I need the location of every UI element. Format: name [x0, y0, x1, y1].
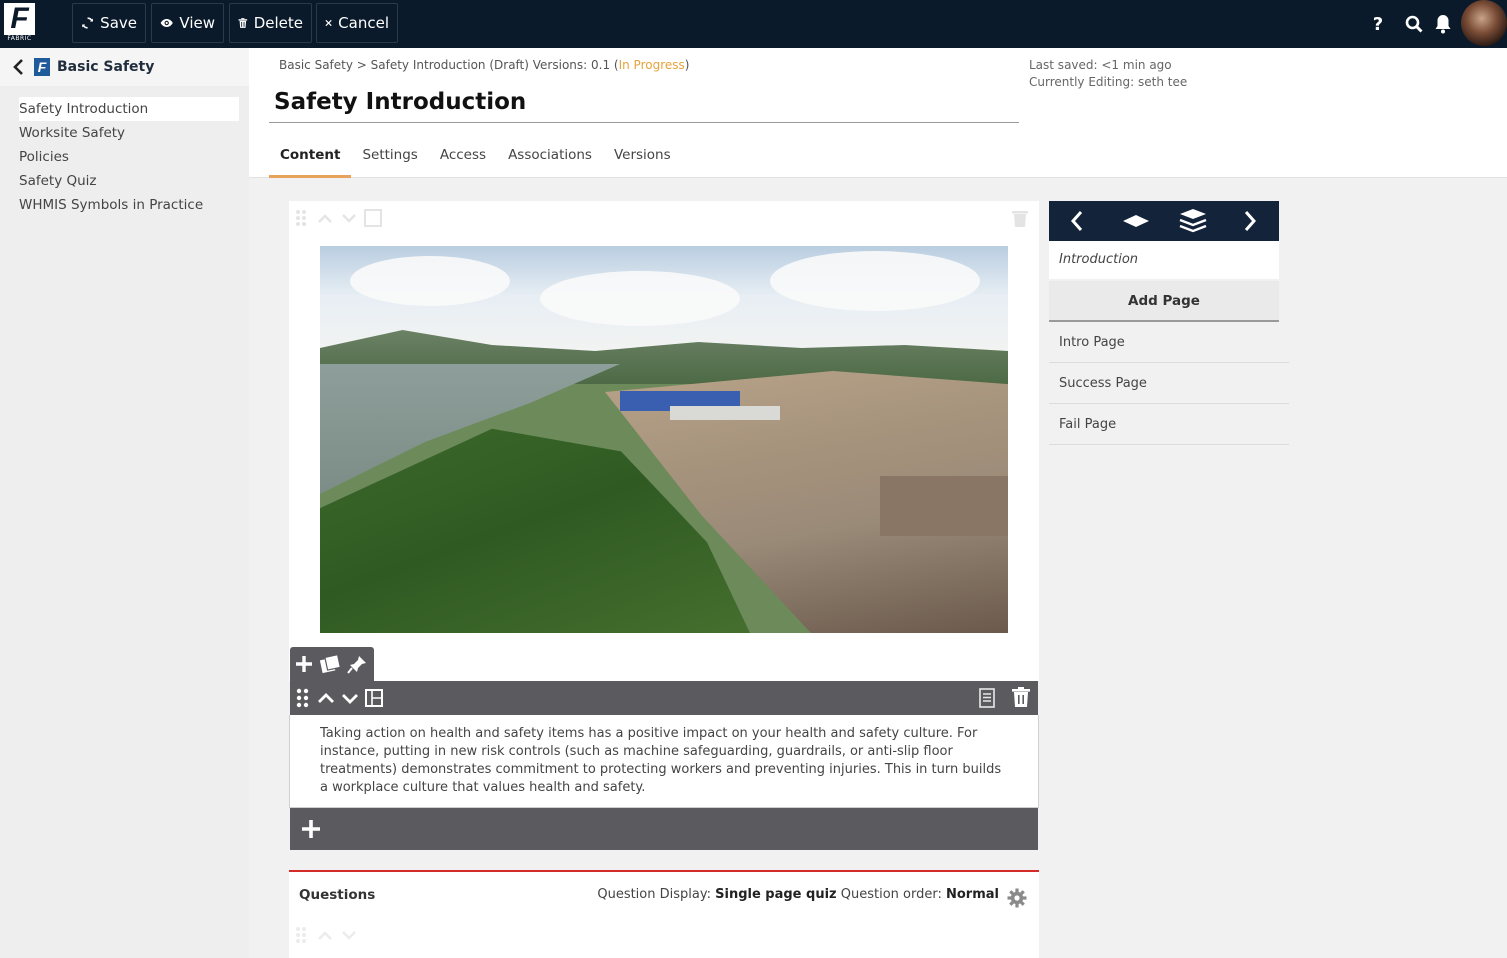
- breadcrumb-text: Basic Safety > Safety Introduction (Draf…: [279, 58, 619, 72]
- all-layers-button[interactable]: [1177, 201, 1209, 241]
- tab-access[interactable]: Access: [429, 140, 497, 178]
- cancel-label: Cancel: [338, 14, 389, 32]
- block-controls-icon[interactable]: [295, 687, 391, 709]
- copy-icon[interactable]: [319, 654, 341, 674]
- close-icon: [325, 19, 332, 27]
- breadcrumb-close: ): [684, 58, 690, 72]
- view-label: View: [179, 14, 215, 32]
- photo-cloud: [350, 256, 510, 306]
- tab-associations[interactable]: Associations: [497, 140, 603, 178]
- page-navigator: [1049, 201, 1279, 241]
- cancel-button[interactable]: Cancel: [316, 3, 398, 43]
- single-layer-button[interactable]: [1120, 201, 1152, 241]
- notifications-button[interactable]: [1431, 0, 1455, 48]
- left-sidebar: F Basic Safety Safety Introduction Works…: [0, 48, 249, 958]
- layers-icon: [1179, 209, 1207, 233]
- save-button[interactable]: Save: [72, 3, 146, 43]
- photo-building: [670, 406, 780, 420]
- page-item-success[interactable]: Success Page: [1049, 363, 1289, 404]
- current-page-label[interactable]: Introduction: [1049, 241, 1279, 279]
- sync-icon: [82, 17, 93, 29]
- logo-subtitle: FABRIC: [7, 35, 32, 42]
- save-status: Last saved: <1 min ago Currently Editing…: [1029, 57, 1187, 91]
- questions-title: Questions: [299, 887, 376, 903]
- add-block-plus-icon[interactable]: [301, 819, 321, 839]
- page-item-intro[interactable]: Intro Page: [1049, 322, 1289, 363]
- delete-button[interactable]: Delete: [229, 3, 312, 43]
- question-order-label: Question order:: [840, 887, 942, 902]
- sidebar-item-safety-quiz[interactable]: Safety Quiz: [19, 169, 239, 193]
- course-title[interactable]: Basic Safety: [57, 59, 154, 75]
- photo-cloud: [540, 271, 740, 326]
- sidebar-list: Safety Introduction Worksite Safety Poli…: [19, 97, 239, 217]
- add-page-button[interactable]: Add Page: [1049, 281, 1279, 322]
- sidebar-item-whmis-symbols[interactable]: WHMIS Symbols in Practice: [19, 193, 239, 217]
- bell-icon: [1435, 15, 1451, 34]
- drag-handle-icon[interactable]: [295, 209, 395, 227]
- status-badge: In Progress: [618, 58, 685, 72]
- last-saved: Last saved: <1 min ago: [1029, 58, 1172, 72]
- chevron-left-icon: [1070, 211, 1083, 231]
- page-header: Basic Safety > Safety Introduction (Draf…: [249, 48, 1507, 178]
- insert-toolbar: [290, 647, 374, 681]
- industrial-aerial-photo[interactable]: [320, 246, 1008, 633]
- search-icon: [1405, 15, 1423, 33]
- next-page-button[interactable]: [1237, 201, 1263, 241]
- sidebar-item-worksite-safety[interactable]: Worksite Safety: [19, 121, 239, 145]
- sidebar-item-policies[interactable]: Policies: [19, 145, 239, 169]
- top-bar: F FABRIC Save View Delete Cancel ?: [0, 0, 1507, 48]
- tab-versions[interactable]: Versions: [603, 140, 682, 178]
- faint-block-controls-icon: [296, 927, 356, 943]
- tab-content[interactable]: Content: [269, 140, 352, 178]
- notes-icon[interactable]: [979, 688, 995, 708]
- tab-bar: Content Settings Access Associations Ver…: [269, 140, 682, 178]
- add-block-bar: [290, 808, 1038, 850]
- user-avatar[interactable]: [1461, 0, 1507, 46]
- sidebar-item-safety-introduction[interactable]: Safety Introduction: [19, 97, 239, 121]
- layer-icon: [1123, 215, 1149, 227]
- text-block-toolbar: [290, 681, 1038, 715]
- back-icon[interactable]: [12, 58, 28, 76]
- tab-settings[interactable]: Settings: [351, 140, 428, 178]
- page-title[interactable]: Safety Introduction: [274, 89, 526, 115]
- help-button[interactable]: ?: [1366, 0, 1390, 48]
- title-underline: [269, 122, 1019, 123]
- pin-icon[interactable]: [346, 654, 368, 674]
- plus-icon[interactable]: [294, 654, 314, 674]
- trash-icon[interactable]: [1012, 687, 1030, 707]
- chevron-right-icon: [1244, 211, 1257, 231]
- sidebar-header: F Basic Safety: [0, 48, 249, 86]
- page-item-fail[interactable]: Fail Page: [1049, 404, 1289, 445]
- view-button[interactable]: View: [151, 3, 224, 43]
- breadcrumb: Basic Safety > Safety Introduction (Draf…: [279, 58, 689, 72]
- question-order-value: Normal: [946, 887, 999, 902]
- logo-letter: F: [4, 3, 35, 35]
- previous-page-button[interactable]: [1064, 201, 1090, 241]
- eye-icon: [160, 19, 173, 27]
- trash-icon: [238, 18, 248, 28]
- text-block[interactable]: Taking action on health and safety items…: [289, 715, 1039, 808]
- help-label: ?: [1372, 13, 1384, 35]
- save-label: Save: [100, 14, 137, 32]
- question-display-label: Question Display:: [597, 887, 711, 902]
- fabric-logo[interactable]: F FABRIC: [4, 3, 35, 43]
- search-button[interactable]: [1402, 0, 1426, 48]
- question-settings-summary: Question Display: Single page quiz Quest…: [597, 887, 999, 902]
- course-logo-icon: F: [34, 58, 50, 76]
- photo-cloud: [770, 251, 980, 311]
- special-pages-list: Intro Page Success Page Fail Page: [1049, 322, 1289, 445]
- question-display-value: Single page quiz: [715, 887, 837, 902]
- block-trash-icon[interactable]: [1012, 209, 1028, 227]
- delete-label: Delete: [253, 14, 303, 32]
- photo-rail-yard: [880, 476, 1008, 536]
- currently-editing: Currently Editing: seth tee: [1029, 75, 1188, 89]
- questions-section: Questions Question Display: Single page …: [289, 870, 1039, 958]
- gear-icon[interactable]: [1007, 888, 1027, 908]
